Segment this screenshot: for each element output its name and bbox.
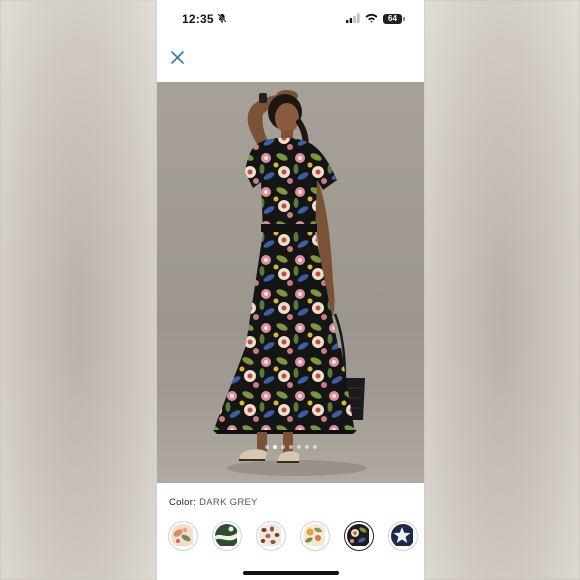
gallery-dot[interactable] [304, 445, 309, 449]
gallery-dot[interactable] [312, 445, 317, 449]
bell-slash-icon [217, 10, 227, 28]
color-swatches [168, 521, 418, 551]
time-group: 12:35 [182, 10, 227, 28]
green-abstract-swatch-image [215, 524, 239, 548]
home-indicator[interactable] [243, 571, 339, 575]
navy-star-swatch-image [391, 524, 415, 548]
gallery-pagination [157, 445, 424, 449]
brown-leopard-swatch-image [259, 524, 283, 548]
yellow-floral-swatch-image [303, 524, 327, 548]
star-icon [391, 524, 413, 546]
swatch-yellow-floral[interactable] [300, 521, 330, 551]
cellular-signal-icon [346, 10, 360, 28]
selected-color-name: DARK GREY [199, 497, 258, 508]
swatch-navy-star[interactable] [388, 521, 418, 551]
dark-grey-floral-swatch-image [347, 524, 371, 548]
gallery-dot[interactable] [296, 445, 301, 449]
peach-floral-swatch-image [171, 524, 195, 548]
backdrop-right [424, 0, 580, 580]
close-button[interactable] [167, 50, 187, 70]
swatch-peach-floral[interactable] [168, 521, 198, 551]
status-time: 12:35 [182, 12, 214, 26]
phone-screen: 12:35 64 Color: DARK GREY [157, 0, 424, 580]
model-in-floral-dress-image [157, 90, 424, 483]
gallery-dot[interactable] [288, 445, 293, 449]
swatch-brown-leopard[interactable] [256, 521, 286, 551]
status-icons: 64 [346, 10, 405, 28]
color-selection-label: Color: DARK GREY [169, 497, 258, 508]
product-image[interactable] [157, 82, 424, 483]
close-icon [170, 51, 184, 69]
color-label: Color: [169, 497, 197, 508]
battery-icon: 64 [383, 14, 405, 24]
swatch-dark-grey-floral[interactable] [344, 521, 374, 551]
status-bar: 12:35 64 [157, 0, 424, 38]
wifi-icon [365, 10, 378, 28]
gallery-dot[interactable] [280, 445, 285, 449]
gallery-dot[interactable] [272, 445, 277, 449]
swatch-green-abstract[interactable] [212, 521, 242, 551]
backdrop-left [0, 0, 157, 580]
gallery-dot[interactable] [264, 445, 269, 449]
